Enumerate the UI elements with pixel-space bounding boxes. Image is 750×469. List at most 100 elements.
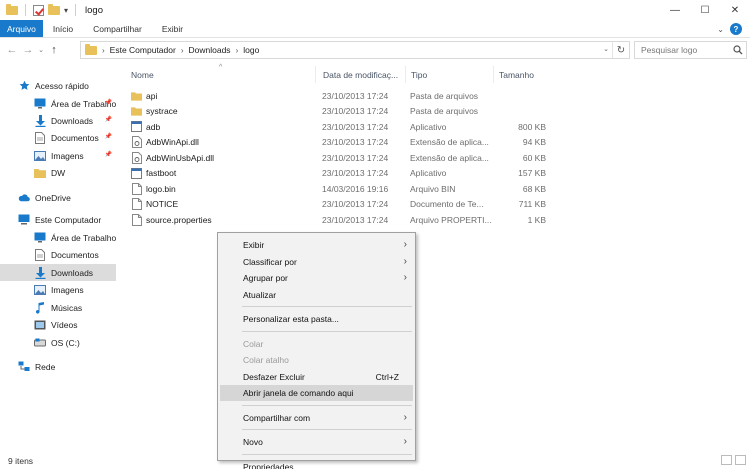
file-row[interactable]: logo.bin 14/03/2016 19:16 Arquivo BIN 68 KB (126, 181, 556, 197)
details-view-button[interactable] (721, 455, 732, 465)
nav-item[interactable]: Acesso rápido (0, 77, 116, 94)
file-date: 23/10/2013 17:24 (322, 106, 389, 117)
document-icon (34, 248, 46, 261)
folder-icon (85, 43, 97, 55)
file-row[interactable]: NOTICE 23/10/2013 17:24 Documento de Te...… (126, 197, 556, 213)
file-name-cell: adb (131, 119, 316, 135)
menu-item[interactable]: Agrupar por › (220, 270, 413, 286)
nav-item-label: Documentos (51, 249, 99, 260)
close-button[interactable]: ✕ (720, 0, 750, 20)
file-row[interactable]: api 23/10/2013 17:24 Pasta de arquivos (126, 88, 556, 104)
column-label: Nome (131, 69, 154, 80)
tab-inicio[interactable]: Início (43, 20, 83, 37)
nav-item[interactable]: Rede (0, 358, 116, 375)
menu-item[interactable]: Desfazer Excluir Ctrl+Z (220, 369, 413, 385)
search-box[interactable]: Pesquisar logo (634, 41, 747, 59)
search-input[interactable]: Pesquisar logo (641, 45, 730, 55)
nav-item[interactable]: OneDrive (0, 189, 116, 206)
video-icon (34, 319, 46, 331)
column-header-type[interactable]: Tipo (406, 66, 494, 83)
nav-item[interactable]: Documentos (0, 246, 116, 263)
forward-button[interactable]: → (20, 40, 36, 60)
file-date: 23/10/2013 17:24 (322, 90, 389, 101)
chevron-right-icon[interactable]: › (102, 46, 105, 55)
file-row[interactable]: fastboot 23/10/2013 17:24 Aplicativo 157 KB (126, 166, 556, 182)
nav-item[interactable]: Imagens 📌 (0, 147, 116, 164)
large-icons-view-button[interactable] (735, 455, 746, 465)
properties-icon[interactable] (33, 4, 44, 16)
nav-item[interactable]: DW (0, 164, 116, 181)
menu-item-label: Desfazer Excluir (243, 371, 305, 382)
menu-item[interactable]: Atualizar (220, 287, 413, 303)
pin-icon[interactable]: 📌 (105, 151, 112, 158)
file-row[interactable]: AdbWinApi.dll 23/10/2013 17:24 Extensão de… (126, 135, 556, 151)
maximize-button[interactable]: ☐ (690, 0, 720, 20)
pin-icon[interactable]: 📌 (105, 133, 112, 140)
chevron-right-icon[interactable]: › (181, 46, 184, 55)
file-date: 23/10/2013 17:24 (322, 152, 389, 163)
menu-item[interactable]: Exibir › (220, 237, 413, 253)
minimize-button[interactable]: — (660, 0, 690, 20)
column-header-name[interactable]: Nome ^ (126, 64, 316, 83)
new-folder-icon[interactable] (48, 3, 60, 15)
nav-item[interactable]: Área de Trabalho 📌 (0, 95, 116, 112)
pin-icon[interactable]: 📌 (105, 99, 112, 106)
file-name: systrace (146, 106, 178, 117)
app-icon (131, 167, 142, 179)
tab-exibir[interactable]: Exibir (152, 20, 193, 37)
menu-item[interactable]: Abrir janela de comando aqui (220, 385, 413, 401)
refresh-button[interactable]: ↻ (612, 42, 629, 58)
download-icon (34, 266, 46, 279)
expand-ribbon-icon[interactable]: ⌄ (717, 25, 724, 34)
navigation-pane: Acesso rápido Área de Trabalho 📌 Downloads 📌… (0, 62, 116, 454)
nav-item[interactable]: Este Computador (0, 211, 116, 228)
nav-item[interactable]: OS (C:) (0, 334, 116, 351)
menu-item: Colar atalho (220, 352, 413, 368)
menu-item[interactable]: Personalizar esta pasta... (220, 311, 413, 327)
column-header-size[interactable]: Tamanho (494, 66, 554, 83)
recent-locations-button[interactable]: ⌄ (36, 40, 46, 60)
file-row[interactable]: systrace 23/10/2013 17:24 Pasta de arquivo… (126, 104, 556, 120)
nav-item[interactable]: Imagens (0, 281, 116, 298)
tab-compartilhar[interactable]: Compartilhar (83, 20, 152, 37)
help-icon[interactable]: ? (730, 23, 742, 35)
nav-item[interactable]: Downloads 📌 (0, 112, 116, 129)
file-type: Arquivo BIN (410, 183, 456, 194)
music-icon (34, 301, 46, 314)
breadcrumb-downloads[interactable]: Downloads (189, 45, 231, 55)
menu-item[interactable]: Propriedades (220, 459, 413, 469)
menu-item-label: Compartilhar com (243, 412, 311, 423)
menu-item[interactable]: Compartilhar com › (220, 410, 413, 426)
nav-item[interactable]: Músicas (0, 299, 116, 316)
menu-item-label: Agrupar por (243, 273, 288, 283)
nav-item-label: Vídeos (51, 319, 78, 330)
chevron-right-icon[interactable]: › (236, 46, 239, 55)
nav-item[interactable]: Área de Trabalho (0, 229, 116, 246)
folder-icon (131, 90, 142, 102)
file-row[interactable]: adb 23/10/2013 17:24 Aplicativo 800 KB (126, 119, 556, 135)
tab-arquivo[interactable]: Arquivo (0, 20, 43, 37)
file-row[interactable]: AdbWinUsbApi.dll 23/10/2013 17:24 Extensão… (126, 150, 556, 166)
desktop-icon (34, 98, 46, 110)
column-header-date[interactable]: Data de modificaç... (318, 66, 406, 83)
menu-item[interactable]: Classificar por › (220, 254, 413, 270)
customize-toolbar-icon[interactable]: ▾ (64, 6, 68, 15)
nav-item[interactable]: Documentos 📌 (0, 129, 116, 146)
menu-separator (242, 453, 412, 455)
nav-item[interactable]: Downloads (0, 264, 116, 281)
pin-icon[interactable]: 📌 (105, 116, 112, 123)
ribbon-right-controls: ⌄ ? (717, 23, 742, 35)
menu-item-label: Abrir janela de comando aqui (243, 388, 354, 398)
menu-item[interactable]: Novo › (220, 434, 413, 450)
menu-separator (242, 306, 412, 307)
breadcrumb-este-computador[interactable]: Este Computador (110, 45, 176, 55)
file-row[interactable]: source.properties 23/10/2013 17:24 Arquivo… (126, 212, 556, 228)
breadcrumb-logo[interactable]: logo (243, 45, 259, 55)
address-bar[interactable]: › Este Computador › Downloads › logo ⌄ ↻ (80, 41, 630, 59)
nav-item[interactable]: Vídeos (0, 316, 116, 333)
folder-icon (34, 167, 46, 179)
back-button[interactable]: ← (4, 40, 20, 60)
address-dropdown-icon[interactable]: ⌄ (603, 45, 609, 53)
image-icon (34, 284, 46, 296)
up-button[interactable]: ↑ (46, 40, 62, 60)
